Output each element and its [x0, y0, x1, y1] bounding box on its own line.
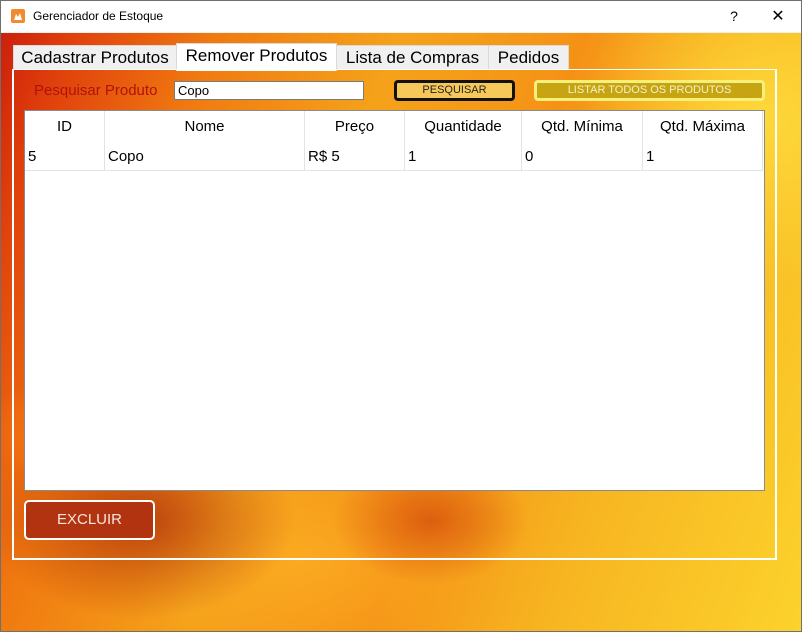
cell-qtd-maxima[interactable]: 1 [642, 142, 763, 171]
list-all-products-button[interactable]: LISTAR TODOS OS PRODUTOS [534, 80, 765, 101]
column-header-id[interactable]: ID [25, 111, 105, 142]
cell-nome[interactable]: Copo [104, 142, 305, 171]
column-header-quantidade[interactable]: Quantidade [404, 111, 522, 142]
products-table[interactable]: ID Nome Preço Quantidade Qtd. Mínima Qtd… [24, 110, 765, 491]
column-header-qtd-minima[interactable]: Qtd. Mínima [521, 111, 643, 142]
column-header-nome[interactable]: Nome [104, 111, 305, 142]
delete-button[interactable]: EXCLUIR [24, 500, 155, 540]
column-header-qtd-maxima[interactable]: Qtd. Máxima [642, 111, 763, 142]
cell-id[interactable]: 5 [25, 142, 105, 171]
cell-preco[interactable]: R$ 5 [304, 142, 405, 171]
app-window: Gerenciador de Estoque ? ✕ Cadastrar Pro… [0, 0, 802, 632]
search-input[interactable] [174, 81, 364, 100]
app-logo-icon [11, 9, 25, 23]
tab-remover-produtos[interactable]: Remover Produtos [176, 43, 337, 71]
window-title: Gerenciador de Estoque [33, 9, 164, 23]
table-header-row: ID Nome Preço Quantidade Qtd. Mínima Qtd… [25, 111, 763, 142]
cell-qtd-minima[interactable]: 0 [521, 142, 643, 171]
help-button[interactable]: ? [711, 1, 757, 32]
search-button[interactable]: PESQUISAR [394, 80, 515, 101]
close-button[interactable]: ✕ [755, 1, 801, 32]
tab-cadastrar-produtos[interactable]: Cadastrar Produtos [13, 45, 177, 70]
title-bar: Gerenciador de Estoque ? ✕ [1, 1, 801, 33]
tab-lista-de-compras[interactable]: Lista de Compras [336, 45, 489, 70]
tab-pedidos[interactable]: Pedidos [488, 45, 569, 70]
cell-quantidade[interactable]: 1 [404, 142, 522, 171]
column-header-preco[interactable]: Preço [304, 111, 405, 142]
search-label: Pesquisar Produto [34, 82, 158, 99]
table-row[interactable]: 5 Copo R$ 5 1 0 1 [25, 142, 763, 171]
